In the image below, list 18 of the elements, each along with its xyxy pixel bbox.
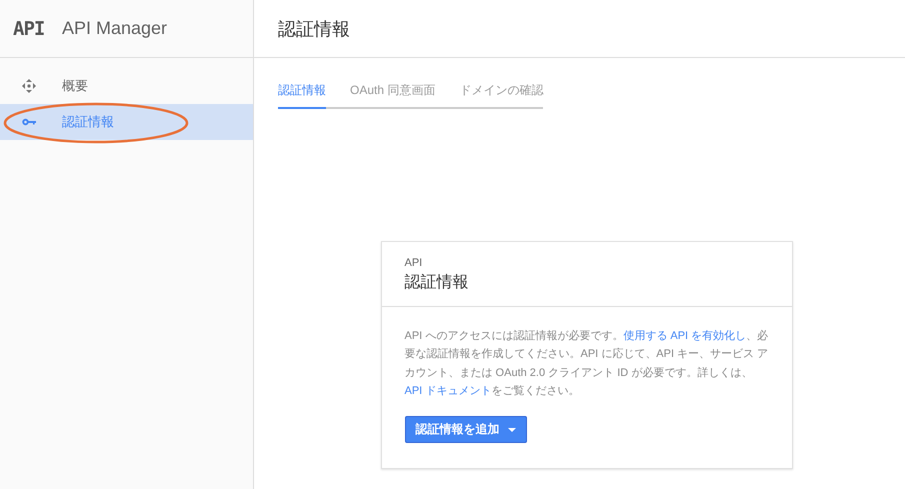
key-icon	[22, 118, 36, 126]
sidebar-item[interactable]: 認証情報	[0, 104, 253, 140]
caret-icon	[508, 428, 516, 432]
page-title: 認証情報	[254, 0, 905, 58]
add-credentials-button[interactable]: 認証情報を追加	[404, 416, 526, 444]
sidebar-item[interactable]: 概要	[0, 68, 253, 104]
tab[interactable]: OAuth 同意画面	[350, 79, 436, 109]
move-arrows-icon	[22, 79, 36, 93]
card-title: 認証情報	[404, 272, 470, 293]
api-logo: API	[13, 18, 46, 40]
link[interactable]: API ドキュメント	[404, 384, 492, 397]
link[interactable]: 使用する API を有効	[623, 330, 724, 342]
app-title: API Manager	[62, 18, 168, 39]
link[interactable]: 化し	[724, 330, 746, 342]
description-text: API へのアクセスには認証情報が必要です。使用する API を有効化し、必要な認証情報を作成してください。API に応じて、API キー、サービス アカウント、または OAuth 2.0 クライアント ID が必要です。詳しくは、 API ドキュメント をご覧ください。	[404, 328, 768, 399]
tab[interactable]: ドメインの確認	[459, 79, 544, 109]
tab[interactable]: 認証情報	[278, 79, 326, 109]
card-subtitle: API	[404, 257, 424, 269]
